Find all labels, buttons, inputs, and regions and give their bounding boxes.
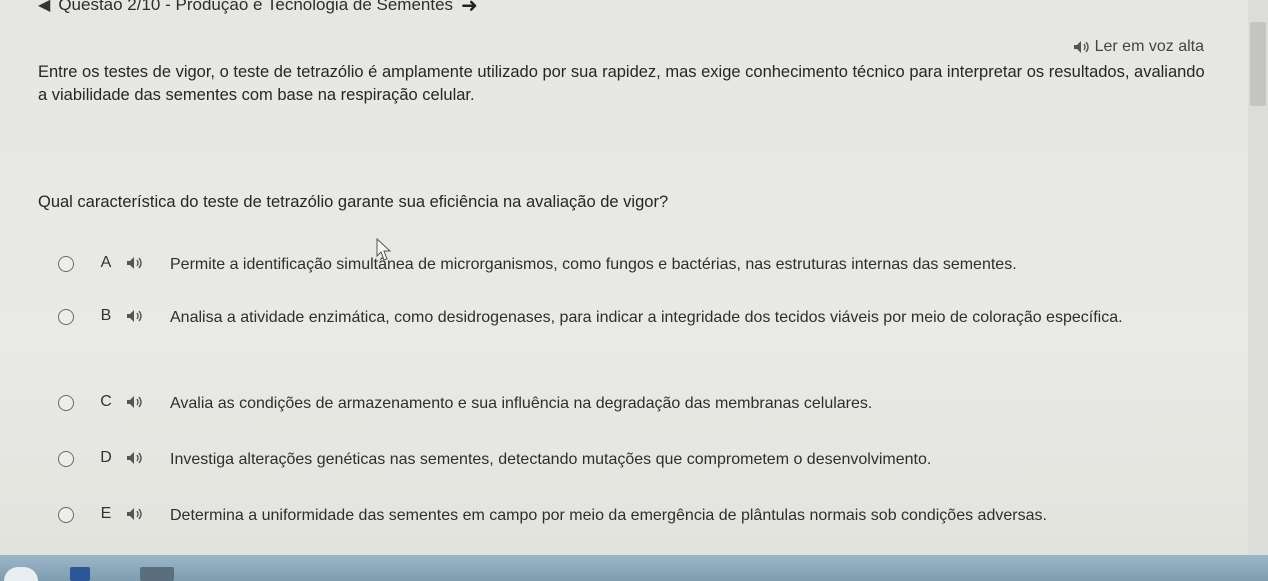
option-a[interactable]: A Permite a identificação simultânea de … xyxy=(58,254,1198,276)
option-text: Analisa a atividade enzimática, como des… xyxy=(170,309,1123,326)
read-aloud-label: Ler em voz alta xyxy=(1094,38,1204,55)
option-d[interactable]: D Investiga alterações genéticas nas sem… xyxy=(58,449,1198,471)
start-button-icon[interactable] xyxy=(4,567,38,581)
option-letter: A xyxy=(100,254,112,271)
scrollbar-thumb[interactable] xyxy=(1250,22,1266,106)
question-header: ◀ Questão 2/10 - Produção e Tecnologia d… xyxy=(38,0,478,17)
speaker-icon[interactable] xyxy=(126,254,170,270)
radio-button[interactable] xyxy=(58,309,74,325)
mouse-cursor-icon xyxy=(376,238,392,261)
speaker-icon xyxy=(1073,40,1091,54)
question-title: Questão 2/10 - Produção e Tecnologia de … xyxy=(58,0,454,14)
option-text: Determina a uniformidade das sementes em… xyxy=(170,507,1047,524)
option-e[interactable]: E Determina a uniformidade das sementes … xyxy=(58,505,1198,527)
option-c[interactable]: C Avalia as condições de armazenamento e… xyxy=(58,393,1198,415)
speaker-icon[interactable] xyxy=(126,393,170,409)
radio-button[interactable] xyxy=(58,451,74,467)
quiz-page: ◀ Questão 2/10 - Produção e Tecnologia d… xyxy=(0,0,1268,581)
option-letter: D xyxy=(100,449,112,466)
vertical-scrollbar[interactable] xyxy=(1248,0,1268,555)
option-text: Avalia as condições de armazenamento e s… xyxy=(170,395,873,412)
arrow-right-icon[interactable]: ➜ xyxy=(461,0,478,18)
arrow-left-icon[interactable]: ◀ xyxy=(38,0,50,15)
radio-button[interactable] xyxy=(58,256,74,272)
option-letter: E xyxy=(100,505,112,522)
radio-button[interactable] xyxy=(58,395,74,411)
taskbar-app-icon[interactable] xyxy=(140,567,174,581)
option-b[interactable]: B Analisa a atividade enzimática, como d… xyxy=(58,307,1198,329)
taskbar xyxy=(0,555,1268,581)
radio-button[interactable] xyxy=(58,507,74,523)
option-text: Permite a identificação simultânea de mi… xyxy=(170,256,1017,273)
option-text: Investiga alterações genéticas nas semen… xyxy=(170,451,932,468)
word-app-icon[interactable] xyxy=(70,567,90,581)
read-aloud-button[interactable]: Ler em voz alta xyxy=(1073,38,1204,56)
question-statement: Entre os testes de vigor, o teste de tet… xyxy=(38,63,1205,104)
option-letter: C xyxy=(100,393,112,410)
option-letter: B xyxy=(100,307,112,324)
question-prompt: Qual característica do teste de tetrazól… xyxy=(38,193,669,211)
speaker-icon[interactable] xyxy=(126,307,170,323)
speaker-icon[interactable] xyxy=(126,449,170,465)
speaker-icon[interactable] xyxy=(126,505,170,521)
